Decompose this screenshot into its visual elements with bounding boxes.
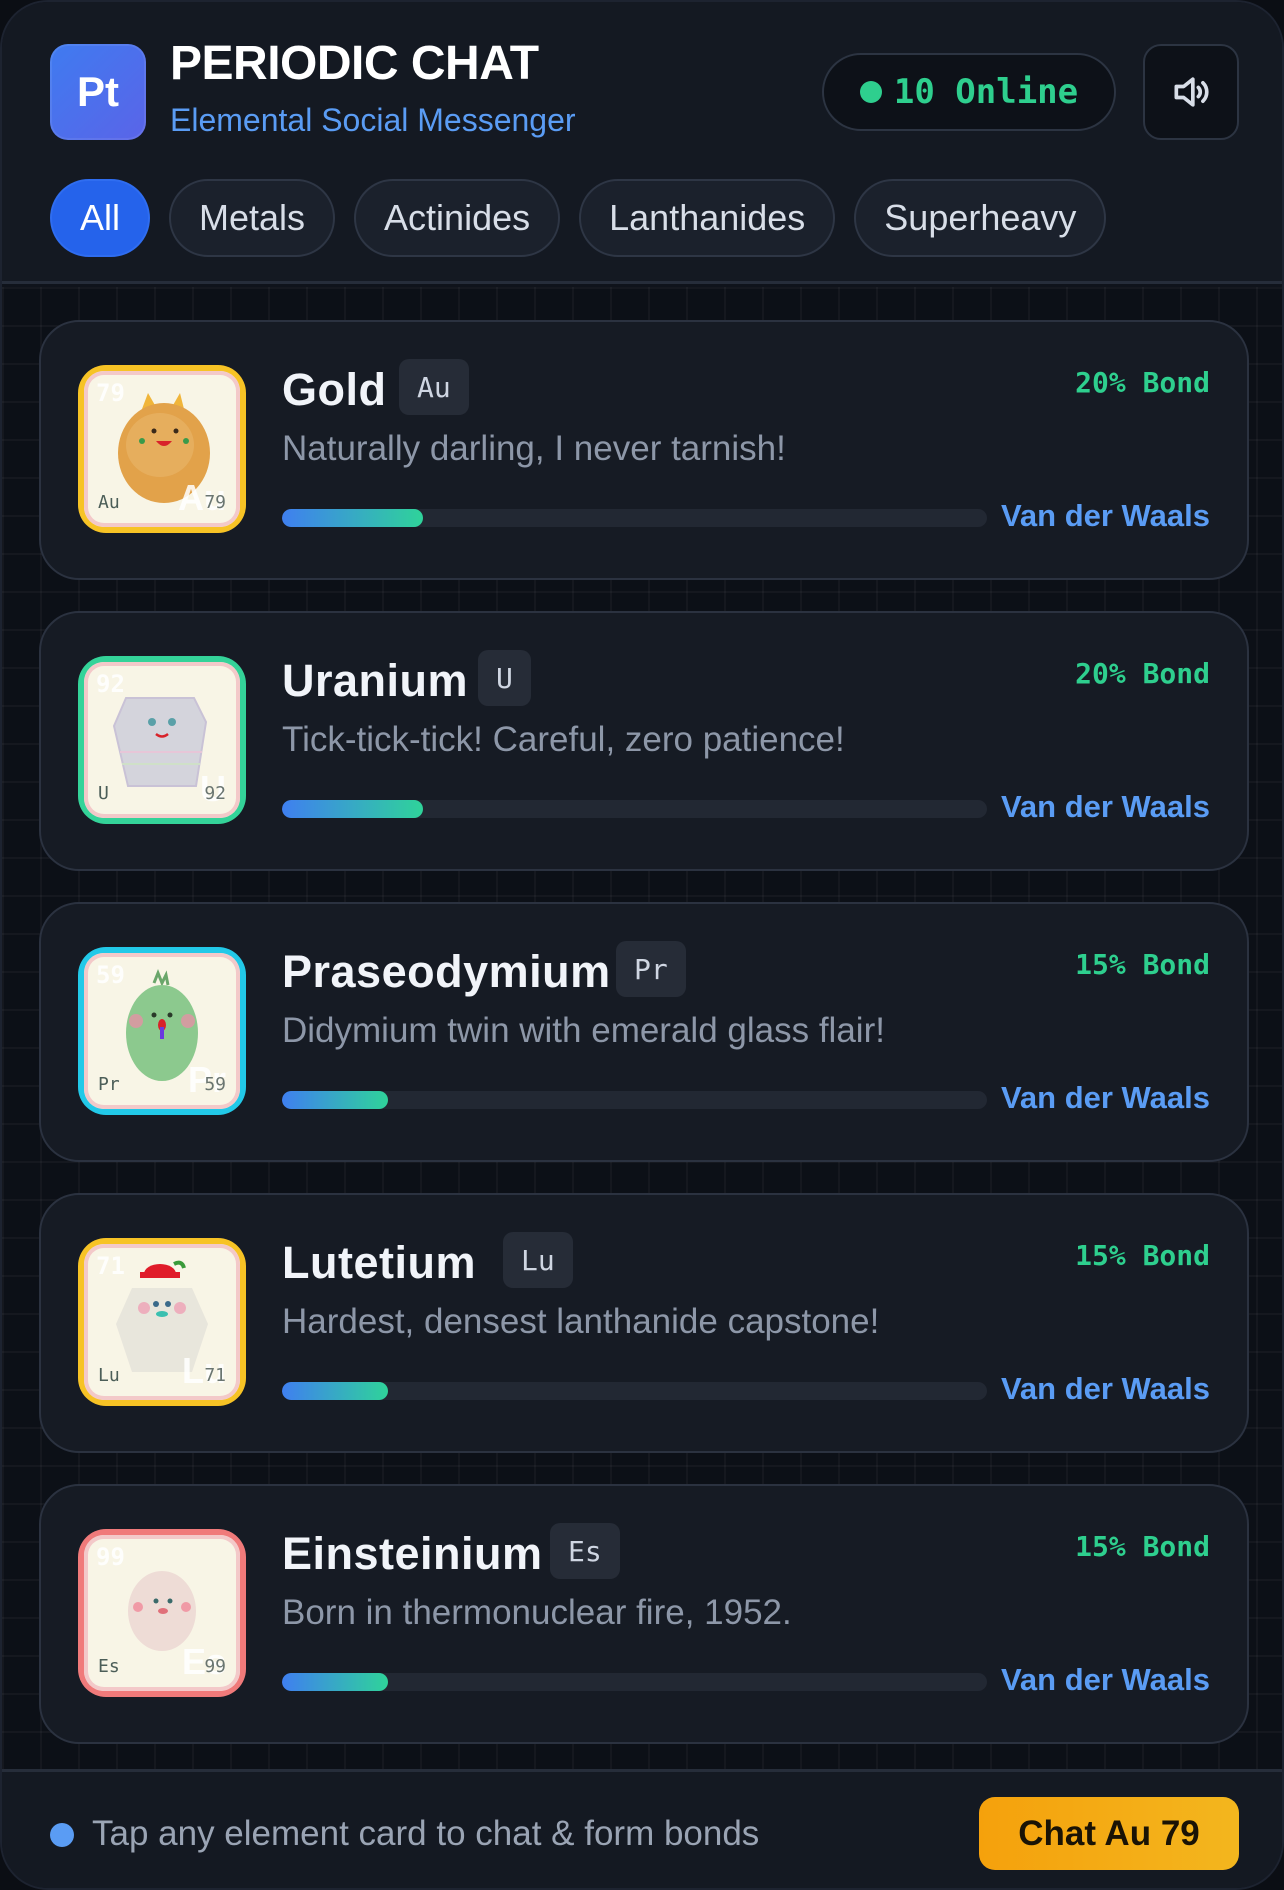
avatar-atomic-number: 71 bbox=[96, 1252, 125, 1280]
bond-progress-fill bbox=[282, 509, 423, 527]
element-name: Praseodymium bbox=[282, 946, 611, 997]
online-status-badge: 10 Online bbox=[822, 53, 1116, 131]
sound-toggle-button[interactable] bbox=[1143, 44, 1239, 140]
element-name: Uranium bbox=[282, 655, 469, 706]
bond-progress-fill bbox=[282, 800, 423, 818]
bond-progress-fill bbox=[282, 1673, 388, 1691]
element-symbol-chip: U bbox=[478, 650, 531, 706]
element-list: 79 Au Au 79 Gold Au 20% Bond Naturally d… bbox=[2, 287, 1282, 1769]
avatar-symbol: Lu bbox=[98, 1365, 120, 1386]
bond-percent: 15% Bond bbox=[1075, 1239, 1210, 1272]
element-avatar: 92 U U 92 bbox=[78, 656, 246, 824]
online-count: 10 Online bbox=[893, 72, 1079, 112]
online-dot-icon bbox=[859, 81, 882, 103]
footer-hint: Tap any element card to chat & form bond… bbox=[92, 1814, 760, 1853]
element-message: Naturally darling, I never tarnish! bbox=[282, 429, 786, 468]
element-symbol-chip: Lu bbox=[503, 1232, 573, 1288]
app-logo: Pt bbox=[50, 44, 146, 140]
tab-all[interactable]: All bbox=[50, 179, 151, 257]
bond-type: Van der Waals bbox=[1000, 789, 1210, 824]
element-name: Einsteinium bbox=[282, 1528, 543, 1579]
element-symbol-chip: Pr bbox=[616, 941, 686, 997]
bond-type: Van der Waals bbox=[1000, 1371, 1210, 1406]
filter-tabs: All Metals Actinides Lanthanides Superhe… bbox=[50, 179, 1107, 257]
tab-lanthanides[interactable]: Lanthanides bbox=[579, 179, 836, 257]
element-name: Lutetium bbox=[282, 1237, 476, 1288]
app-window: Pt PERIODIC CHAT Elemental Social Messen… bbox=[0, 0, 1284, 1890]
bond-percent: 20% Bond bbox=[1075, 366, 1210, 399]
bond-progress-track bbox=[282, 800, 987, 818]
avatar-corner-number: 99 bbox=[204, 1656, 226, 1677]
avatar-symbol: Es bbox=[98, 1656, 120, 1677]
element-message: Born in thermonuclear fire, 1952. bbox=[282, 1593, 792, 1632]
element-symbol-chip: Au bbox=[399, 359, 469, 415]
avatar-corner-number: 71 bbox=[204, 1365, 226, 1386]
avatar-atomic-number: 99 bbox=[96, 1543, 125, 1571]
avatar-corner-number: 59 bbox=[204, 1074, 226, 1095]
tab-superheavy[interactable]: Superheavy bbox=[854, 179, 1107, 257]
avatar-corner-number: 92 bbox=[204, 783, 226, 804]
speaker-icon bbox=[1174, 77, 1209, 107]
avatar-atomic-number: 92 bbox=[96, 670, 125, 698]
tab-actinides[interactable]: Actinides bbox=[354, 179, 561, 257]
element-card-lutetium[interactable]: 71 Lu Lu 71 Lutetium Lu 15% Bond Hardest… bbox=[39, 1193, 1249, 1453]
footer-bar: Tap any element card to chat & form bond… bbox=[2, 1769, 1282, 1888]
bond-progress-track bbox=[282, 1091, 987, 1109]
bond-percent: 20% Bond bbox=[1075, 657, 1210, 690]
element-card-gold[interactable]: 79 Au Au 79 Gold Au 20% Bond Naturally d… bbox=[39, 320, 1249, 580]
bond-progress-track bbox=[282, 1382, 987, 1400]
info-dot-icon bbox=[50, 1823, 74, 1847]
avatar-atomic-number: 59 bbox=[96, 961, 125, 989]
bond-progress-track bbox=[282, 509, 987, 527]
bond-progress-fill bbox=[282, 1091, 388, 1109]
chat-button[interactable]: Chat Au 79 bbox=[979, 1797, 1239, 1870]
element-avatar: 79 Au Au 79 bbox=[78, 365, 246, 533]
element-symbol-chip: Es bbox=[550, 1523, 620, 1579]
app-subtitle: Elemental Social Messenger bbox=[170, 102, 576, 138]
avatar-symbol: U bbox=[98, 783, 109, 804]
element-card-praseodymium[interactable]: 59 Pr Pr 59 Praseodymium Pr 15% Bond Did… bbox=[39, 902, 1249, 1162]
element-avatar: 59 Pr Pr 59 bbox=[78, 947, 246, 1115]
element-message: Hardest, densest lanthanide capstone! bbox=[282, 1302, 880, 1341]
bond-type: Van der Waals bbox=[1000, 1080, 1210, 1115]
avatar-corner-number: 79 bbox=[204, 492, 226, 513]
avatar-atomic-number: 79 bbox=[96, 379, 125, 407]
app-title: PERIODIC CHAT bbox=[170, 37, 539, 90]
element-message: Didymium twin with emerald glass flair! bbox=[282, 1011, 885, 1050]
bond-type: Van der Waals bbox=[1000, 1662, 1210, 1697]
header: Pt PERIODIC CHAT Elemental Social Messen… bbox=[2, 2, 1282, 284]
element-name: Gold bbox=[282, 364, 387, 415]
tab-metals[interactable]: Metals bbox=[169, 179, 336, 257]
bond-progress-track bbox=[282, 1673, 987, 1691]
element-message: Tick-tick-tick! Careful, zero patience! bbox=[282, 720, 845, 759]
element-avatar: 71 Lu Lu 71 bbox=[78, 1238, 246, 1406]
bond-type: Van der Waals bbox=[1000, 498, 1210, 533]
element-avatar: 99 Es Es 99 bbox=[78, 1529, 246, 1697]
element-card-einsteinium[interactable]: 99 Es Es 99 Einsteinium Es 15% Bond Born… bbox=[39, 1484, 1249, 1744]
avatar-symbol: Pr bbox=[98, 1074, 120, 1095]
bond-percent: 15% Bond bbox=[1075, 948, 1210, 981]
avatar-symbol: Au bbox=[98, 492, 120, 513]
bond-progress-fill bbox=[282, 1382, 388, 1400]
bond-percent: 15% Bond bbox=[1075, 1530, 1210, 1563]
element-card-uranium[interactable]: 92 U U 92 Uranium U 20% Bond Tick-tick-t… bbox=[39, 611, 1249, 871]
